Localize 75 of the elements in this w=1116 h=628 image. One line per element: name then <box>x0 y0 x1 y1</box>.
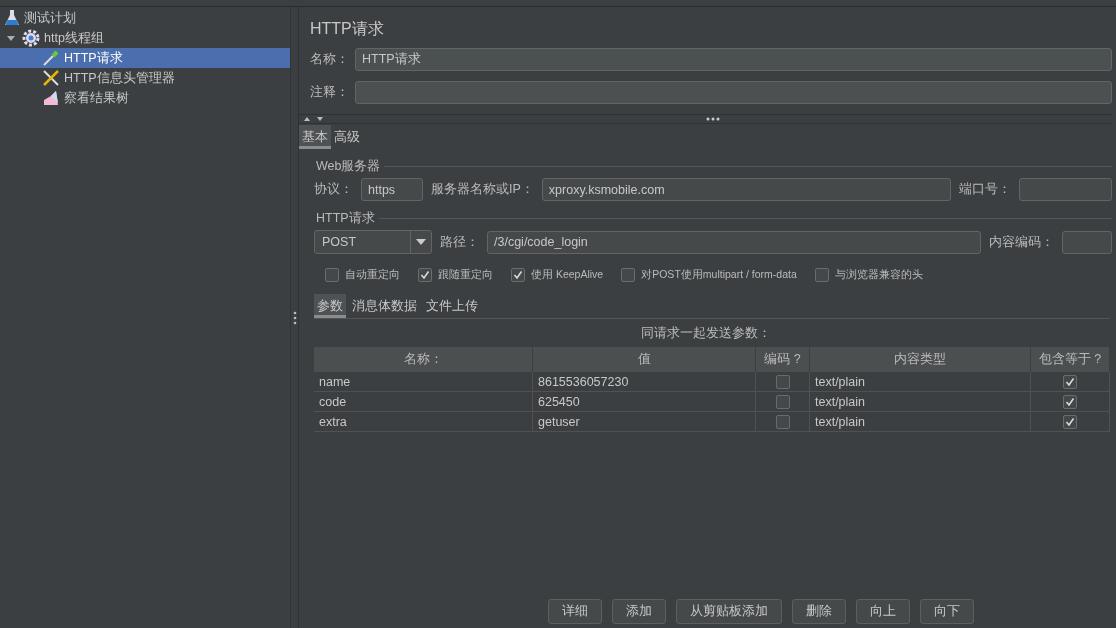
checkbox[interactable] <box>814 268 829 282</box>
table-cell: code <box>314 392 533 412</box>
column-header[interactable]: 内容类型 <box>810 347 1031 372</box>
checkbox[interactable] <box>621 268 636 282</box>
tree-item[interactable]: 测试计划 <box>0 8 290 28</box>
table-caption: 同请求一起发送参数： <box>639 325 772 342</box>
checkbox[interactable] <box>1063 414 1077 429</box>
action-button[interactable]: 向上 <box>855 599 910 624</box>
checkbox[interactable] <box>775 374 790 389</box>
table-cell: 625450 <box>533 392 756 412</box>
comment-label: 注释： <box>310 84 350 101</box>
port-field[interactable] <box>1019 178 1112 201</box>
checkbox-label: 与浏览器兼容的头 <box>834 268 923 282</box>
chart-icon <box>42 89 60 107</box>
drag-handle-icon[interactable] <box>705 117 720 121</box>
section-title: Web服务器 <box>316 158 381 175</box>
checkbox-label: 使用 KeepAlive <box>531 268 604 282</box>
name-label: 名称： <box>310 51 350 68</box>
path-field[interactable]: /3/cgi/code_login <box>487 230 981 254</box>
tab[interactable]: 文件上传 <box>423 294 481 318</box>
tab[interactable]: 高级 <box>331 125 363 149</box>
checkbox[interactable] <box>325 268 339 282</box>
table-cell: extra <box>314 412 533 432</box>
table-cell: 8615536057230 <box>533 372 756 392</box>
checkbox[interactable] <box>418 268 432 282</box>
checkbox-label: 自动重定向 <box>345 268 400 282</box>
tools-icon <box>42 69 60 87</box>
tree-item[interactable]: HTTP请求 <box>0 48 290 68</box>
encoding-label: 内容编码： <box>989 233 1054 251</box>
action-button[interactable]: 向下 <box>919 599 974 624</box>
flask-icon <box>4 9 20 27</box>
action-button[interactable]: 添加 <box>611 599 666 624</box>
checkbox[interactable] <box>775 414 790 429</box>
checkbox-label: 跟随重定向 <box>438 268 493 282</box>
name-field[interactable]: HTTP请求 <box>355 48 1112 71</box>
checkbox[interactable] <box>1063 374 1077 389</box>
checkbox[interactable] <box>1063 394 1077 409</box>
checkbox[interactable] <box>511 268 525 282</box>
method-dropdown[interactable]: POST <box>314 230 432 254</box>
panel-title: HTTP请求 <box>309 19 385 39</box>
table-cell: name <box>314 372 533 392</box>
tree-item[interactable]: http线程组 <box>0 28 290 48</box>
server-field[interactable]: xproxy.ksmobile.com <box>541 178 951 201</box>
table-cell: text/plain <box>810 392 1031 412</box>
column-header[interactable]: 包含等于 ? <box>1031 347 1110 372</box>
tab[interactable]: 基本 <box>299 125 331 149</box>
action-button[interactable]: 从剪贴板添加 <box>675 599 782 624</box>
protocol-field[interactable]: https <box>361 178 423 201</box>
tab[interactable]: 消息体数据 <box>349 294 420 318</box>
checkbox-label: 对POST使用multipart / form-data <box>641 268 797 282</box>
table-cell: getuser <box>533 412 756 432</box>
comment-field[interactable] <box>355 81 1112 104</box>
tab[interactable]: 参数 <box>314 294 346 318</box>
port-label: 端口号： <box>959 181 1011 198</box>
action-button[interactable]: 详细 <box>547 599 602 624</box>
grip-icon[interactable] <box>292 310 297 325</box>
column-header[interactable]: 值 <box>533 347 756 372</box>
table-cell: text/plain <box>810 412 1031 432</box>
expand-icon[interactable] <box>6 33 16 43</box>
column-header[interactable]: 编码 ? <box>756 347 810 372</box>
checkbox[interactable] <box>775 394 790 409</box>
gear-icon <box>22 29 40 47</box>
action-button[interactable]: 删除 <box>791 599 846 624</box>
section-title: HTTP请求 <box>316 210 375 227</box>
encoding-field[interactable] <box>1062 230 1112 254</box>
protocol-label: 协议： <box>314 181 353 198</box>
column-header[interactable]: 名称： <box>314 347 533 372</box>
caret-icon <box>416 239 426 245</box>
path-label: 路径： <box>440 233 479 251</box>
tree-item[interactable]: 察看结果树 <box>0 88 290 108</box>
server-label: 服务器名称或IP： <box>431 181 534 198</box>
collapse-arrows-icon[interactable] <box>303 116 325 122</box>
tree-item[interactable]: HTTP信息头管理器 <box>0 68 290 88</box>
table-cell: text/plain <box>810 372 1031 392</box>
dropper-icon <box>42 49 60 67</box>
